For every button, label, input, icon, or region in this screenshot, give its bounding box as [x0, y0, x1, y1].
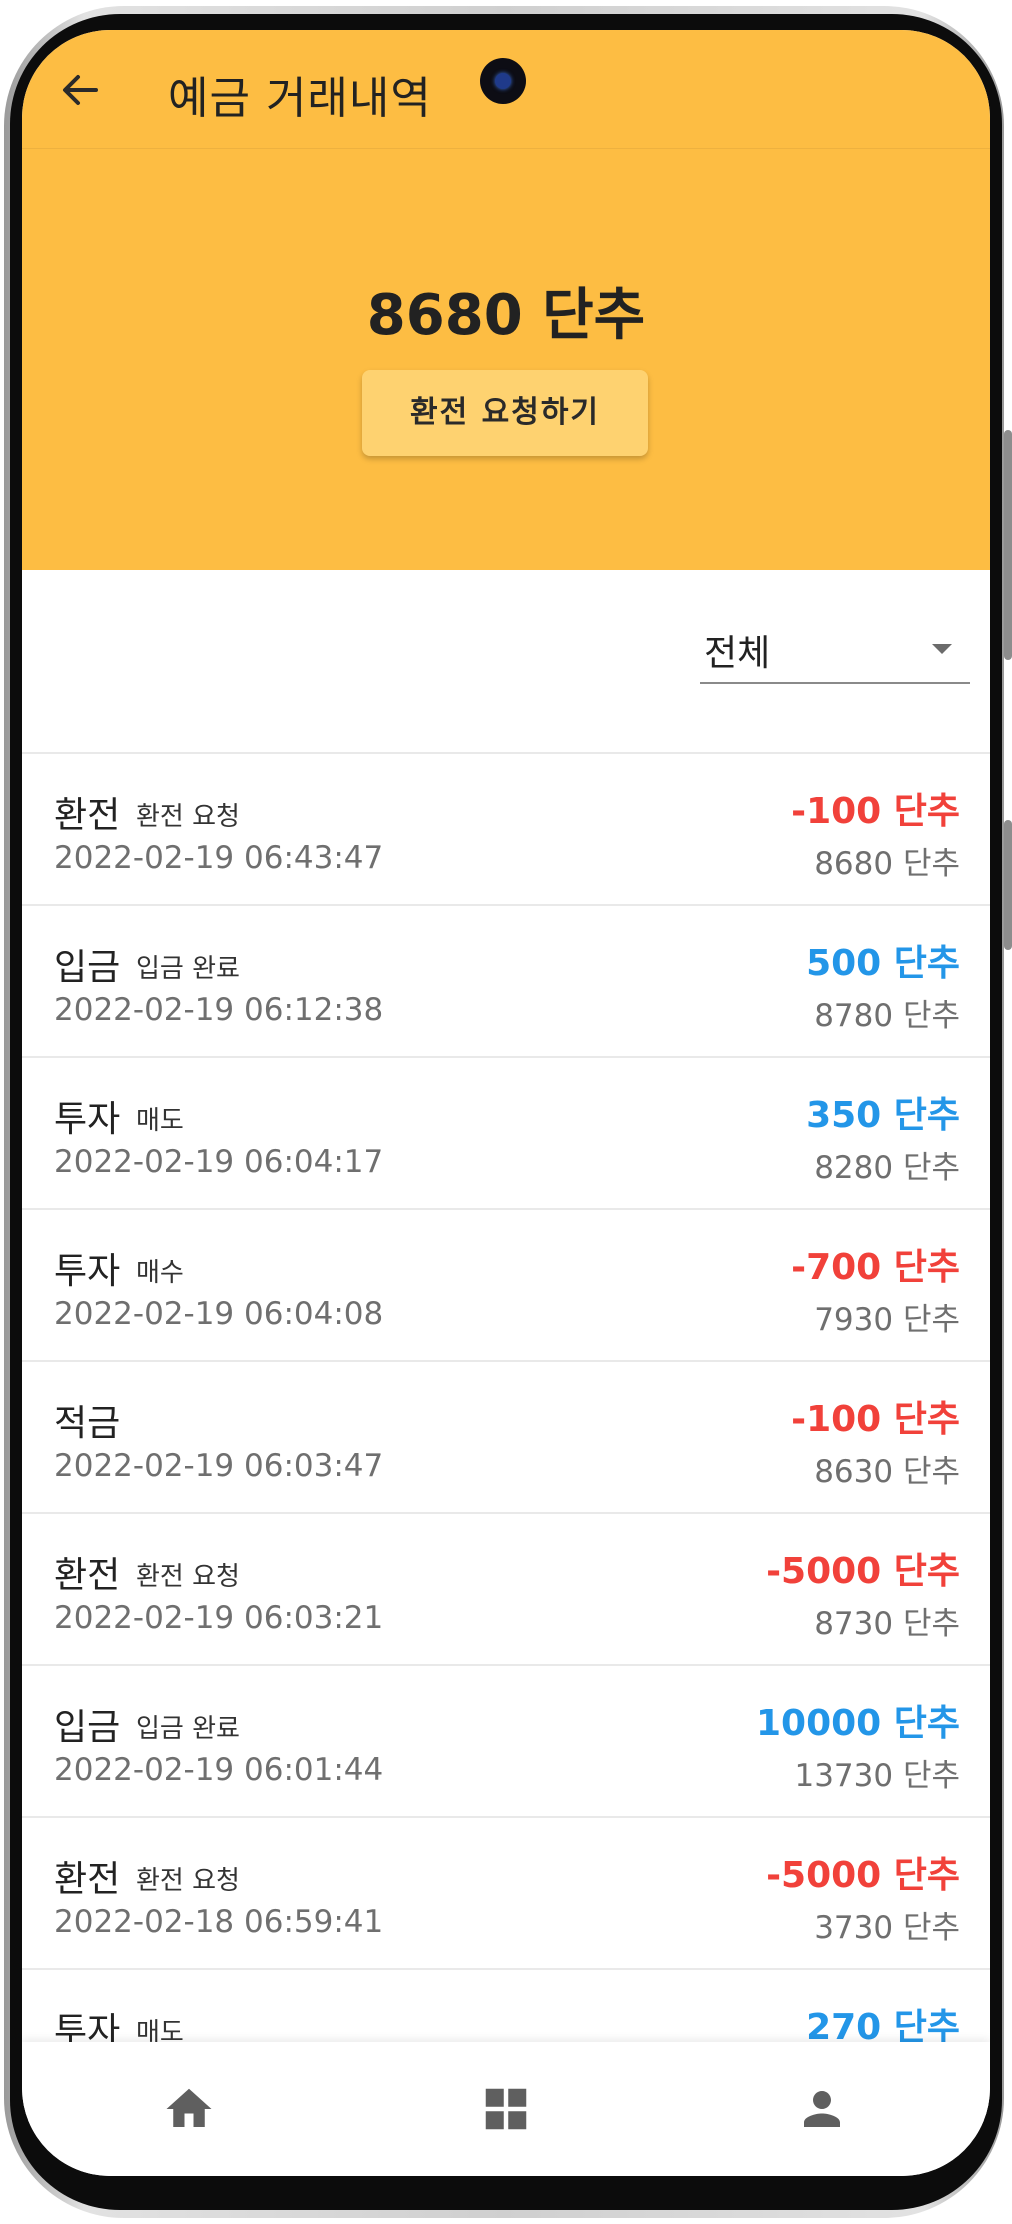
transaction-type: 환전: [54, 795, 121, 836]
running-balance: 7930 단추: [814, 1302, 960, 1338]
running-balance: 8630 단추: [814, 1454, 960, 1490]
exchange-request-button[interactable]: 환전 요청하기: [362, 370, 648, 456]
phone-device: 예금 거래내역 8680 단추 환전 요청하기 전체 환전 환전 요청 2022-0…: [0, 0, 1012, 2224]
back-button[interactable]: [56, 66, 104, 114]
app-bar: 예금 거래내역: [22, 30, 990, 148]
person-icon: [804, 2091, 840, 2127]
running-balance: 8280 단추: [814, 1150, 960, 1186]
transaction-type: 투자: [54, 1099, 121, 1140]
transaction-datetime: 2022-02-19 06:04:08: [54, 1296, 384, 1332]
transaction-datetime: 2022-02-19 06:03:21: [54, 1600, 384, 1636]
transaction-row[interactable]: 투자 매도 2022-02-19 06:04:17 350 단추 8280 단추: [22, 1058, 990, 1210]
transaction-amount: 10000 단추: [755, 1703, 960, 1744]
transaction-type: 환전: [54, 1555, 121, 1596]
transaction-amount: -700 단추: [791, 1247, 960, 1288]
balance-amount: 8680 단추: [366, 283, 646, 348]
arrow-left-icon: [63, 75, 98, 105]
running-balance: 3730 단추: [814, 1910, 960, 1946]
transaction-list: 환전 환전 요청 2022-02-19 06:43:47 -100 단추 8680 단추…: [22, 754, 990, 2122]
transaction-type: 적금: [54, 1403, 121, 1444]
app-screen: 예금 거래내역 8680 단추 환전 요청하기 전체 환전 환전 요청 2022-0…: [22, 30, 990, 2176]
transaction-detail: 입금 완료: [136, 1714, 240, 1744]
running-balance: 8780 단추: [814, 998, 960, 1034]
running-balance: 8730 단추: [814, 1606, 960, 1642]
transaction-datetime: 2022-02-19 06:04:17: [54, 1144, 384, 1180]
transaction-amount: 350 단추: [806, 1095, 960, 1136]
transaction-detail: 환전 요청: [136, 1562, 240, 1592]
transaction-datetime: 2022-02-19 06:03:47: [54, 1448, 384, 1484]
transaction-row[interactable]: 환전 환전 요청 2022-02-19 06:43:47 -100 단추 8680 단추: [22, 754, 990, 906]
transaction-amount: -100 단추: [791, 1399, 960, 1440]
transaction-row[interactable]: 환전 환전 요청 2022-02-18 06:59:41 -5000 단추 3730 단…: [22, 1818, 990, 1970]
transaction-type: 입금: [54, 1707, 121, 1748]
page-title: 예금 거래내역: [168, 73, 432, 124]
transaction-detail: 매수: [136, 1258, 184, 1288]
transaction-row[interactable]: 입금 입금 완료 2022-02-19 06:12:38 500 단추 8780 단추: [22, 906, 990, 1058]
nav-home[interactable]: [162, 2082, 216, 2136]
running-balance: 8680 단추: [814, 846, 960, 882]
balance-header: 예금 거래내역 8680 단추 환전 요청하기: [22, 30, 990, 570]
transaction-detail: 입금 완료: [136, 954, 240, 984]
power-button: [1004, 820, 1012, 950]
transaction-row[interactable]: 입금 입금 완료 2022-02-19 06:01:44 10000 단추 13730 …: [22, 1666, 990, 1818]
transaction-amount: 500 단추: [806, 943, 960, 984]
front-camera: [480, 58, 526, 104]
transaction-row[interactable]: 투자 매수 2022-02-19 06:04:08 -700 단추 7930 단추: [22, 1210, 990, 1362]
caret-down-icon: [932, 644, 952, 654]
nav-dashboard[interactable]: [479, 2082, 533, 2136]
transaction-detail: 환전 요청: [136, 802, 240, 832]
transaction-row[interactable]: 환전 환전 요청 2022-02-19 06:03:21 -5000 단추 8730 단…: [22, 1514, 990, 1666]
transaction-detail: 환전 요청: [136, 1866, 240, 1896]
filter-selected-value: 전체: [704, 633, 771, 674]
transaction-type: 환전: [54, 1859, 121, 1900]
transaction-type: 입금: [54, 947, 121, 988]
transaction-amount: -5000 단추: [766, 1551, 960, 1592]
transaction-amount: -100 단추: [791, 791, 960, 832]
transaction-row[interactable]: 적금 2022-02-19 06:03:47 -100 단추 8630 단추: [22, 1362, 990, 1514]
transaction-datetime: 2022-02-19 06:01:44: [54, 1752, 384, 1788]
running-balance: 13730 단추: [794, 1758, 960, 1794]
transaction-datetime: 2022-02-18 06:59:41: [54, 1904, 384, 1940]
home-icon: [166, 2088, 212, 2127]
transaction-detail: 매도: [136, 1106, 184, 1136]
volume-button: [1004, 430, 1012, 660]
transaction-datetime: 2022-02-19 06:12:38: [54, 992, 384, 1028]
transaction-filter-select[interactable]: 전체: [700, 612, 970, 684]
transaction-amount: -5000 단추: [766, 1855, 960, 1896]
appbar-divider: [22, 148, 990, 149]
transaction-type: 투자: [54, 1251, 121, 1292]
grid-icon: [485, 2088, 527, 2130]
bottom-navigation: [22, 2042, 990, 2176]
transaction-datetime: 2022-02-19 06:43:47: [54, 840, 384, 876]
nav-profile[interactable]: [795, 2082, 849, 2136]
